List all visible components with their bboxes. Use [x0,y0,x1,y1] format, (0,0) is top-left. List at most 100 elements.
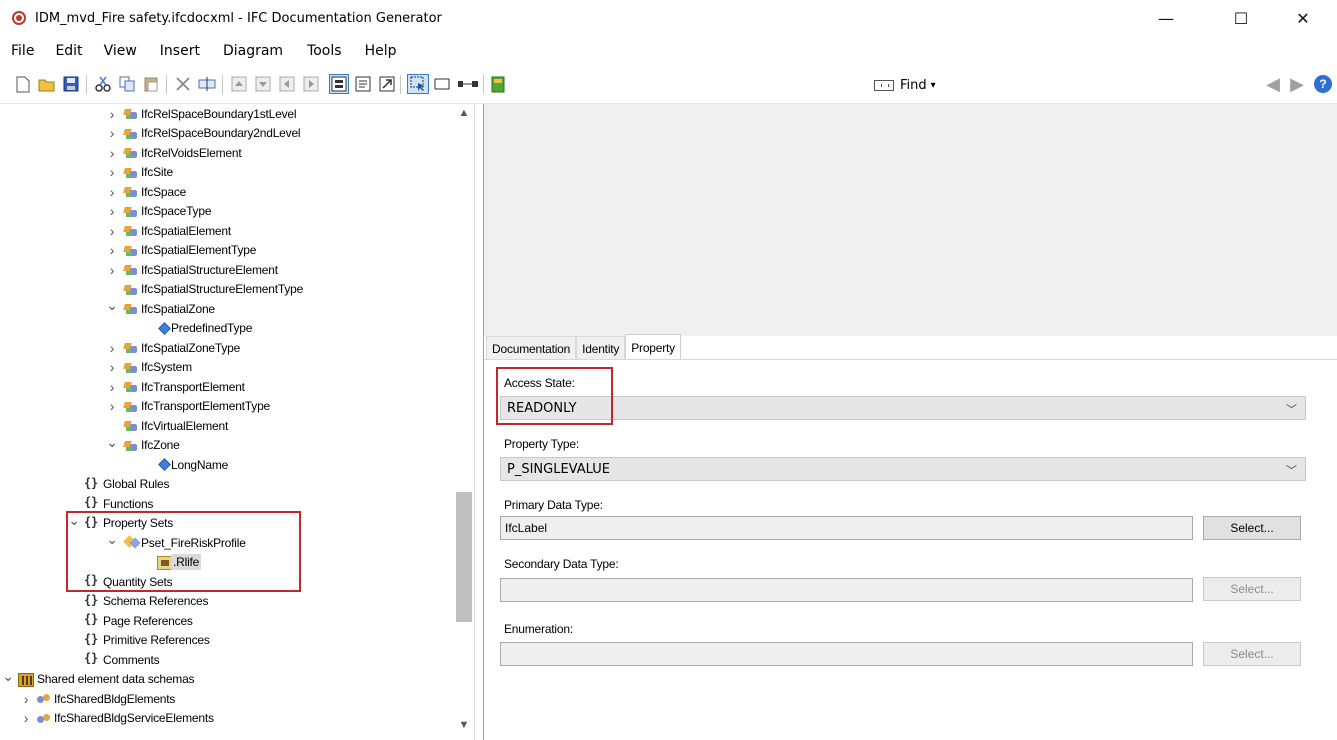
book-icon[interactable] [489,75,507,93]
move-left-icon[interactable] [278,75,296,93]
move-down-icon[interactable] [254,75,272,93]
tree-node[interactable]: › IfcSpace [0,182,455,202]
collapse-chevron-icon[interactable]: ⌄ [2,668,14,685]
menu-file[interactable]: File [11,43,34,59]
expand-chevron-icon[interactable]: › [106,262,118,278]
property-type-select[interactable]: P_SINGLEVALUE ﹀ [500,457,1306,481]
expand-chevron-icon[interactable]: › [106,223,118,239]
tree-node[interactable]: {} Comments [0,650,455,670]
tree-node[interactable]: › IfcSpatialElement [0,221,455,241]
tree-node[interactable]: › IfcSpatialElementType [0,241,455,261]
tree-node[interactable]: › IfcRelVoidsElement [0,143,455,163]
expand-chevron-icon[interactable]: › [106,398,118,414]
expand-chevron-icon[interactable]: › [106,359,118,375]
text-view-icon[interactable] [354,75,372,93]
panel-splitter[interactable] [474,104,484,740]
tree-node[interactable]: {} Global Rules [0,475,455,495]
tree-node[interactable]: › IfcSpaceType [0,202,455,222]
save-icon[interactable] [62,75,80,93]
scroll-up-icon[interactable]: ▲ [455,104,473,122]
schema-tree[interactable]: › IfcRelSpaceBoundary1stLevel › IfcRelSpace… [0,104,474,740]
tree-node[interactable]: IfcSpatialStructureElementType [0,280,455,300]
entity-icon [123,263,139,277]
expand-chevron-icon[interactable]: › [106,340,118,356]
tree-node-label: IfcSpatialZoneType [141,340,241,355]
maximize-button[interactable]: ☐ [1218,0,1264,36]
collapse-chevron-icon[interactable]: ⌄ [106,434,118,451]
primary-data-type-field[interactable]: IfcLabel [500,516,1193,540]
move-up-icon[interactable] [230,75,248,93]
access-state-select[interactable]: READONLY ﹀ [500,396,1306,420]
delete-icon[interactable] [174,75,192,93]
scroll-thumb[interactable] [456,492,472,622]
tree-node[interactable]: › IfcSpatialStructureElement [0,260,455,280]
expand-chevron-icon[interactable]: › [106,379,118,395]
tree-node[interactable]: ⌄ IfcSpatialZone [0,297,455,319]
help-icon[interactable]: ? [1314,75,1332,93]
tree-node[interactable]: › IfcSpatialZoneType [0,338,455,358]
tree-node[interactable]: {} Page References [0,611,455,631]
tree-node[interactable]: › IfcSharedBldgServiceElements [0,709,455,729]
open-folder-icon[interactable] [38,75,56,93]
tree-node[interactable]: › IfcSystem [0,358,455,378]
expand-chevron-icon[interactable]: › [106,242,118,258]
expand-chevron-icon[interactable]: › [106,164,118,180]
tree-node[interactable]: ⌄ Shared element data schemas [0,668,455,690]
secondary-data-type-field[interactable] [500,578,1193,602]
forward-icon[interactable]: ▶ [1288,74,1306,95]
cut-icon[interactable] [94,75,112,93]
scroll-down-icon[interactable]: ▼ [455,716,473,734]
move-right-icon[interactable] [302,75,320,93]
paste-icon[interactable] [142,75,160,93]
connector-icon[interactable] [457,75,479,93]
menu-tools[interactable]: Tools [307,43,342,59]
select-mode-icon[interactable] [407,74,429,94]
secondary-select-button[interactable]: Select... [1203,577,1301,601]
tree-node[interactable]: {} Primitive References [0,631,455,651]
tree-node[interactable]: IfcVirtualElement [0,416,455,436]
enumeration-field[interactable] [500,642,1193,666]
expand-chevron-icon[interactable]: › [20,691,32,707]
new-icon[interactable] [14,75,32,93]
box-icon[interactable] [433,75,451,93]
link-icon[interactable] [378,75,396,93]
expand-chevron-icon[interactable]: › [20,710,32,726]
back-icon[interactable]: ◀ [1264,74,1282,95]
tab-identity[interactable]: Identity [576,336,626,360]
entity-icon [123,439,139,453]
tree-node[interactable]: LongName [0,455,455,475]
expand-chevron-icon[interactable]: › [106,125,118,141]
tree-node[interactable]: › IfcTransportElementType [0,397,455,417]
menu-diagram[interactable]: Diagram [223,43,283,59]
minimize-button[interactable]: — [1143,0,1189,36]
tree-node[interactable]: › IfcSharedBldgElements [0,689,455,709]
tree-node-label: IfcSpatialElement [141,223,231,238]
copy-icon[interactable] [118,75,136,93]
tree-node[interactable]: PredefinedType [0,319,455,339]
find-button[interactable]: Find ▾ [874,75,936,95]
rename-icon[interactable] [198,75,216,93]
enumeration-select-button[interactable]: Select... [1203,642,1301,666]
tree-node[interactable]: › IfcTransportElement [0,377,455,397]
menu-edit[interactable]: Edit [55,43,82,59]
expand-chevron-icon[interactable]: › [106,184,118,200]
tree-node[interactable]: › IfcSite [0,163,455,183]
menu-view[interactable]: View [104,43,137,59]
tree-node[interactable]: › IfcRelSpaceBoundary1stLevel [0,104,455,124]
close-button[interactable]: ✕ [1280,0,1326,36]
menu-insert[interactable]: Insert [160,43,200,59]
tree-scrollbar[interactable]: ▲ ▼ [455,104,473,734]
menu-help[interactable]: Help [365,43,397,59]
expand-chevron-icon[interactable]: › [106,106,118,122]
expand-chevron-icon[interactable]: › [106,203,118,219]
expand-chevron-icon[interactable]: › [106,145,118,161]
diagram-view-icon[interactable] [329,74,349,94]
tree-node[interactable]: ⌄ IfcZone [0,434,455,456]
tree-node[interactable]: {} Schema References [0,592,455,612]
entity-icon [123,400,139,414]
tree-node[interactable]: › IfcRelSpaceBoundary2ndLevel [0,124,455,144]
tab-documentation[interactable]: Documentation [486,336,577,360]
collapse-chevron-icon[interactable]: ⌄ [106,297,118,314]
tab-property[interactable]: Property [625,334,681,360]
primary-select-button[interactable]: Select... [1203,516,1301,540]
